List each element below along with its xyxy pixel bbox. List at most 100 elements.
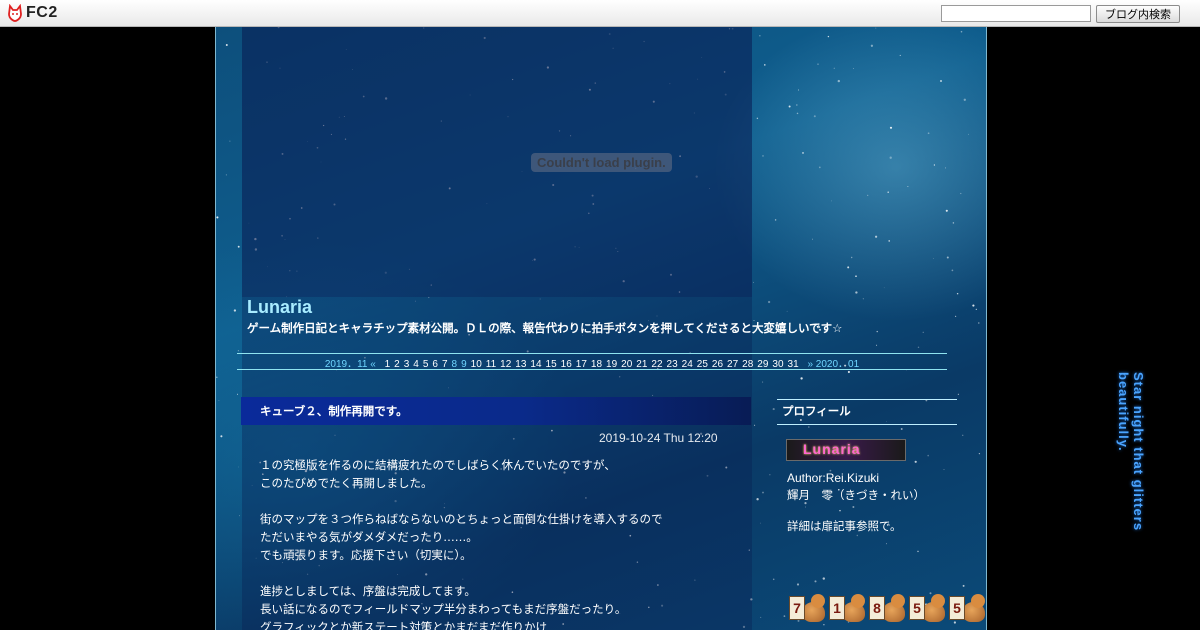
star-dot bbox=[808, 426, 810, 428]
star-dot bbox=[883, 287, 885, 289]
dog-head-icon bbox=[971, 594, 985, 608]
profile-author-note: 詳細は扉記事参照で。 bbox=[787, 519, 902, 533]
star-dot bbox=[886, 543, 887, 545]
visitor-counter: 71855 bbox=[787, 592, 986, 628]
star-dot bbox=[876, 344, 878, 346]
star-dot bbox=[917, 346, 920, 349]
star-dot bbox=[822, 577, 825, 580]
star-dot bbox=[939, 79, 943, 83]
star-dot bbox=[837, 79, 840, 83]
star-dot bbox=[875, 27, 877, 29]
star-dot bbox=[852, 506, 855, 508]
star-dot bbox=[975, 308, 977, 310]
calendar-divider-top bbox=[237, 353, 947, 354]
counter-digit-card: 1 bbox=[829, 596, 845, 620]
profile-banner-text: Lunaria bbox=[803, 441, 861, 457]
star-dot bbox=[945, 167, 946, 169]
star-dot bbox=[899, 54, 901, 56]
star-dot bbox=[812, 238, 813, 240]
star-dot bbox=[978, 322, 980, 324]
star-dot bbox=[833, 67, 835, 69]
star-dot bbox=[917, 550, 919, 553]
star-dot bbox=[839, 509, 841, 512]
star-dot bbox=[855, 275, 857, 278]
star-dot bbox=[769, 474, 771, 476]
star-dot bbox=[954, 315, 957, 318]
entry-title[interactable]: キューブ２、制作再開です。 bbox=[260, 403, 408, 419]
profile-title: プロフィール bbox=[782, 404, 851, 418]
star-dot bbox=[900, 428, 903, 430]
star-dot bbox=[978, 452, 981, 455]
fc2-logo[interactable]: FC2 bbox=[7, 4, 58, 22]
star-dot bbox=[960, 30, 963, 33]
star-dot bbox=[762, 155, 764, 157]
counter-digit-card: 5 bbox=[949, 596, 965, 620]
counter-digit: 1 bbox=[827, 592, 867, 628]
blog-search-input[interactable] bbox=[941, 5, 1091, 22]
blog-search-button[interactable]: ブログ内検索 bbox=[1096, 5, 1180, 23]
fc2-logo-text: FC2 bbox=[26, 4, 58, 21]
plugin-error-message[interactable]: Couldn't load plugin. bbox=[531, 153, 672, 172]
star-dot bbox=[216, 376, 218, 379]
entry-line: ただいまやる気がダメダメだったり……。 bbox=[260, 530, 478, 544]
star-dot bbox=[952, 222, 955, 224]
star-dot bbox=[922, 331, 924, 333]
entry-line: 長い話になるのでフィールドマップ半分まわってもまだ序盤だったり。 bbox=[260, 602, 627, 616]
star-dot bbox=[783, 615, 786, 617]
profile-author: Author:Rei.Kizuki bbox=[787, 471, 880, 485]
star-dot bbox=[831, 200, 832, 202]
star-dot bbox=[951, 269, 954, 272]
blog-page: Couldn't load plugin. Lunaria ゲーム制作日記とキャ… bbox=[215, 27, 987, 630]
star-dot bbox=[788, 105, 791, 108]
star-dot bbox=[229, 140, 231, 142]
star-dot bbox=[888, 240, 891, 242]
star-dot bbox=[956, 292, 959, 295]
star-dot bbox=[216, 216, 219, 219]
star-dot bbox=[889, 156, 892, 159]
star-dot bbox=[225, 43, 228, 47]
star-dot bbox=[889, 126, 893, 129]
calendar-nav: 2019．11 « 1 2 3 4 5 6 7 8 9 10 11 12 13 14 15 16 17 18 19 2… bbox=[237, 355, 947, 370]
star-dot bbox=[960, 192, 962, 195]
star-dot bbox=[963, 98, 966, 101]
star-dot bbox=[945, 209, 948, 212]
star-dot bbox=[850, 256, 853, 259]
entry-line: でも頑張ります。応援下さい（切実に）。 bbox=[260, 548, 472, 562]
star-dot bbox=[813, 115, 816, 118]
star-dot bbox=[855, 291, 858, 294]
star-dot bbox=[962, 434, 964, 436]
star-dot bbox=[827, 35, 830, 38]
entry-line: 進捗としましては、序盤は完成してます。 bbox=[260, 584, 476, 598]
dog-head-icon bbox=[811, 594, 825, 608]
dog-head-icon bbox=[931, 594, 945, 608]
fc2-header-bar: FC2 ブログ内検索 bbox=[0, 0, 1200, 27]
star-dot bbox=[847, 370, 850, 374]
blog-title[interactable]: Lunaria bbox=[247, 297, 312, 318]
star-dot bbox=[968, 133, 969, 135]
star-dot bbox=[933, 164, 936, 166]
star-dot bbox=[818, 166, 821, 169]
star-dot bbox=[972, 304, 975, 307]
star-dot bbox=[927, 454, 929, 457]
star-dot bbox=[796, 112, 799, 115]
fc2-fox-icon bbox=[8, 4, 22, 22]
star-dot bbox=[225, 174, 227, 176]
star-dot bbox=[957, 393, 960, 395]
entry-date: 2019-10-24 Thu 12:20 bbox=[599, 431, 718, 445]
entry-line: このたびめでたく再開しました。 bbox=[260, 476, 433, 490]
star-dot bbox=[759, 35, 761, 37]
star-dot bbox=[817, 63, 819, 65]
star-dot bbox=[220, 435, 223, 438]
star-dot bbox=[927, 132, 930, 135]
star-dot bbox=[933, 258, 934, 259]
star-dot bbox=[907, 186, 909, 187]
star-dot bbox=[753, 281, 754, 283]
counter-digit-card: 8 bbox=[869, 596, 885, 620]
star-dot bbox=[774, 219, 777, 221]
dog-head-icon bbox=[851, 594, 865, 608]
star-dot bbox=[962, 584, 965, 587]
star-dot bbox=[760, 616, 762, 618]
star-dot bbox=[238, 466, 239, 468]
counter-digit: 5 bbox=[947, 592, 986, 628]
star-dot bbox=[786, 310, 788, 312]
